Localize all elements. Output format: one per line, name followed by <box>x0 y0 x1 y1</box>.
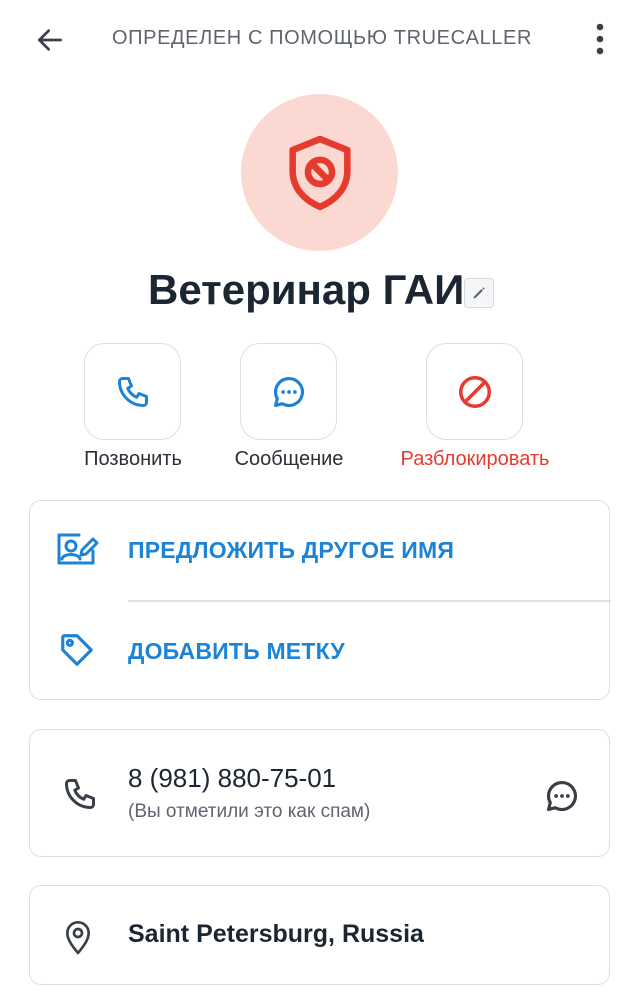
suggestions-card: ПРЕДЛОЖИТЬ ДРУГОЕ ИМЯ ДОБАВИТЬ МЕТКУ <box>29 500 611 701</box>
message-button[interactable] <box>240 343 337 440</box>
send-message-button[interactable] <box>540 774 584 818</box>
call-button[interactable] <box>84 343 181 440</box>
suggest-name-label: ПРЕДЛОЖИТЬ ДРУГОЕ ИМЯ <box>128 537 455 563</box>
message-action: Сообщение <box>199 343 379 473</box>
unblock-label: Разблокировать <box>400 448 550 470</box>
location-card[interactable]: Saint Petersburg, Russia <box>29 885 610 985</box>
phone-icon <box>117 376 148 407</box>
chat-bubble-icon <box>273 376 304 407</box>
block-icon <box>458 375 491 408</box>
phone-icon <box>65 779 95 809</box>
call-action: Позвонить <box>43 343 223 473</box>
more-options-button[interactable] <box>584 18 616 60</box>
phone-card[interactable]: 8 (981) 880-75-01 (Вы отметили это как с… <box>29 729 610 857</box>
unblock-button[interactable] <box>426 343 523 440</box>
chat-bubble-icon <box>546 780 577 812</box>
contact-name: Ветеринар ГАИ <box>148 266 465 313</box>
more-vertical-icon <box>596 23 604 55</box>
page-title: ОПРЕДЕЛЕН С ПОМОЩЬЮ TRUECALLER <box>112 27 533 49</box>
location-pin-icon <box>66 921 90 955</box>
tag-icon <box>61 634 93 666</box>
contact-name-row: Ветеринар ГАИ <box>0 262 639 322</box>
message-label: Сообщение <box>234 448 344 470</box>
top-bar: ОПРЕДЕЛЕН С ПОМОЩЬЮ TRUECALLER <box>0 0 639 78</box>
location-text: Saint Petersburg, Russia <box>128 920 424 948</box>
back-button[interactable] <box>28 20 72 60</box>
phone-number: 8 (981) 880-75-01 <box>128 763 337 793</box>
unblock-action: Разблокировать <box>385 343 565 473</box>
edit-contact-card-icon <box>57 533 99 565</box>
spam-note: (Вы отметили это как спам) <box>128 801 371 822</box>
suggest-name-row[interactable]: ПРЕДЛОЖИТЬ ДРУГОЕ ИМЯ <box>30 501 609 600</box>
avatar <box>241 94 398 251</box>
add-tag-label: ДОБАВИТЬ МЕТКУ <box>128 638 345 664</box>
shield-block-icon <box>288 135 351 210</box>
edit-name-button[interactable] <box>464 278 494 308</box>
arrow-left-icon <box>38 29 62 51</box>
call-label: Позвонить <box>84 448 182 470</box>
add-tag-row[interactable]: ДОБАВИТЬ МЕТКУ <box>30 602 609 701</box>
pencil-icon <box>473 287 485 299</box>
